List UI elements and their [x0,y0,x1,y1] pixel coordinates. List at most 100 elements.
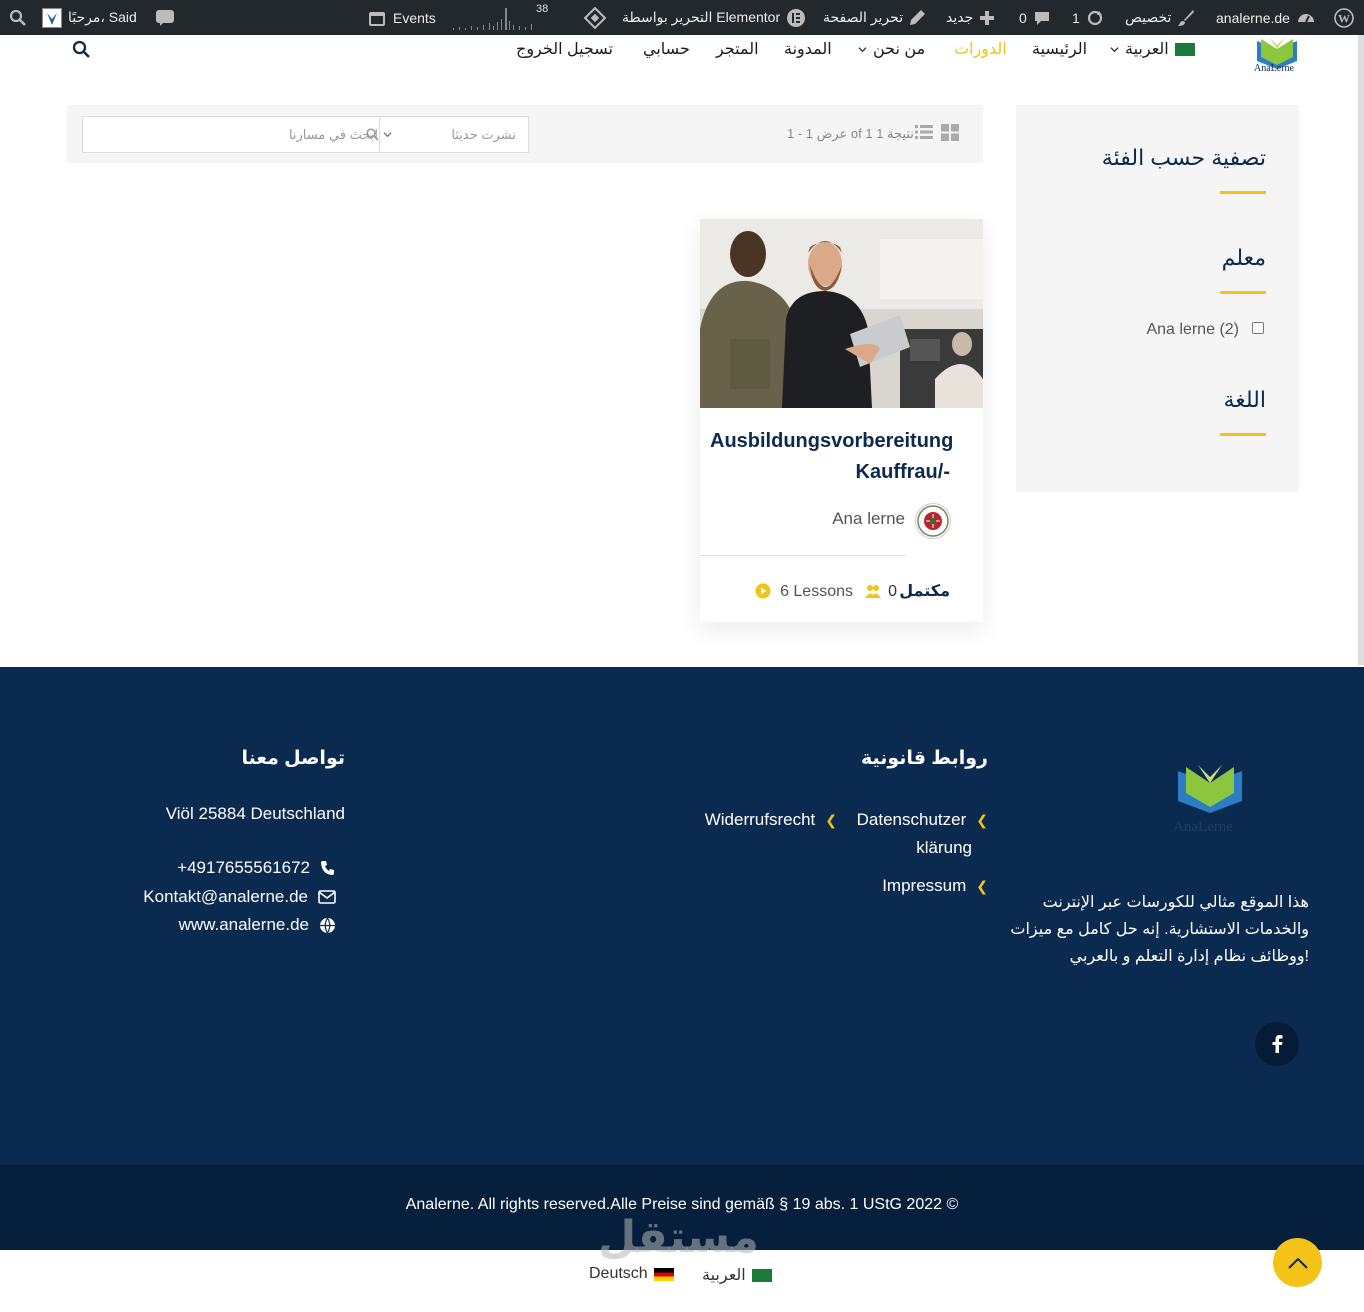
course-filter-bar: نشرت حديثا ابحث في مسارنا عرض 1 - 1 of 1… [67,105,983,163]
footer-logo[interactable] [1174,763,1246,815]
divider [1220,191,1266,194]
phone-icon [321,861,334,875]
admin-search-icon[interactable] [9,0,27,35]
nav-language-label[interactable]: العربية [1125,39,1169,59]
instructor-heading: معلم [1221,245,1266,270]
admin-elementor[interactable]: التحرير بواسطة Elementor [622,0,806,35]
site-footer: AnaLerne هذا الموقع مثالي للكورسات عبر ا… [0,667,1364,1165]
email-text[interactable]: Kontakt@analerne.de [143,887,308,907]
link-withdrawal[interactable]: Widerrufsrecht ❮ [705,810,837,830]
list-view-icon[interactable] [915,124,933,140]
customize-label[interactable]: تخصيص [1125,9,1171,26]
link-privacy-line2[interactable]: klärung [916,838,972,858]
link-impressum-label[interactable]: Impressum [882,876,966,896]
nav-logout-label[interactable]: تسجيل الخروج [516,39,613,59]
course-author[interactable]: Ana lerne [832,509,905,529]
scroll-to-top-button[interactable] [1273,1238,1322,1287]
header-search-icon[interactable] [72,37,91,61]
lang-arabic[interactable]: العربية [702,1265,772,1285]
stats-sparkline[interactable] [453,6,539,30]
admin-edit-page[interactable]: تحرير الصفحة [823,0,926,35]
lessons-count: 6 Lessons [780,583,853,600]
nav-shop[interactable]: المتجر [716,37,759,61]
chevron-down-icon[interactable] [383,130,392,139]
chevron-left-icon: ❮ [976,811,988,828]
author-avatar[interactable] [915,503,951,539]
admin-events[interactable]: Events [367,0,436,35]
nav-home-label[interactable]: الرئيسية [1032,39,1087,59]
brush-icon [1178,9,1195,26]
divider [1220,433,1266,436]
nav-logout[interactable]: تسجيل الخروج [516,37,613,61]
lang-arabic-label[interactable]: العربية [702,1265,746,1285]
divider [1220,291,1266,294]
admin-new[interactable]: جديد [946,0,995,35]
link-withdrawal-label[interactable]: Widerrufsrecht [705,810,816,830]
link-privacy-label[interactable]: Datenschutzer [857,810,967,830]
admin-comments[interactable]: 0 [1019,0,1051,35]
search-icon[interactable] [366,128,379,141]
students-count: 0 [888,583,897,600]
globe-icon [320,917,335,933]
facebook-icon[interactable] [1255,1022,1299,1066]
admin-bar: W analerne.de تخصيص 1 0 جديد تحرير الصفح… [0,0,1364,35]
contact-email[interactable]: Kontakt@analerne.de [143,887,336,907]
stats-count: 38 [536,3,549,15]
plus-icon [980,10,995,25]
comment-icon [1034,11,1049,25]
search-input[interactable]: ابحث في مسارنا [289,127,378,143]
nav-account[interactable]: حسابي [643,37,690,61]
course-thumbnail[interactable] [700,219,983,408]
site-name[interactable]: analerne.de [1216,10,1290,26]
admin-site-menu[interactable]: analerne.de [1216,0,1316,35]
instructor-option[interactable]: Ana lerne (2) [1146,321,1239,339]
sort-select[interactable]: نشرت حديثا [451,127,516,143]
contact-website[interactable]: www.analerne.de [179,915,336,935]
website-text[interactable]: www.analerne.de [179,915,309,935]
admin-updates[interactable]: 1 [1072,0,1104,35]
nav-courses-label[interactable]: الدورات [954,39,1007,59]
nav-courses[interactable]: الدورات [954,37,1007,61]
logo-text: AnaLerne [1254,63,1294,74]
instructor-option-label[interactable]: Ana lerne [1146,321,1215,338]
course-title[interactable]: Ausbildungsvorbereitung Kauffrau/- [710,426,953,488]
link-impressum[interactable]: Impressum ❮ [882,876,988,896]
diamond-icon[interactable] [584,0,606,35]
filter-sidebar: تصفية حسب الفئة معلم Ana lerne (2) اللغة [1016,105,1299,492]
events-label[interactable]: Events [393,10,436,26]
nav-about-label[interactable]: من نحن [873,39,925,59]
link-privacy[interactable]: Datenschutzer ❮ [857,810,988,830]
course-card[interactable]: Ausbildungsvorbereitung Kauffrau/- Ana l… [700,219,983,622]
nav-about[interactable]: من نحن [858,37,925,61]
wordpress-logo-icon[interactable]: W [1334,0,1354,35]
nav-blog[interactable]: المدونة [784,37,832,61]
dashboard-icon [1297,13,1314,22]
elementor-label[interactable]: التحرير بواسطة Elementor [622,9,780,26]
admin-customize[interactable]: تخصيص [1125,0,1195,35]
comments-count: 0 [1019,9,1027,26]
admin-account[interactable]: مرحبًا، Said [42,0,137,35]
result-count: عرض 1 - 1 of 1 1 نتيجة [787,126,914,141]
nav-home[interactable]: الرئيسية [1032,37,1087,61]
calendar-icon [369,11,385,26]
nav-blog-label[interactable]: المدونة [784,39,832,59]
comment-bubble-icon[interactable] [155,0,175,35]
scrollbar[interactable] [1358,35,1364,665]
contact-phone[interactable]: +4917655561672 [177,858,336,878]
phone-text[interactable]: +4917655561672 [177,858,310,878]
nav-shop-label[interactable]: المتجر [716,39,759,59]
chevron-down-icon [858,46,867,52]
grid-view-icon[interactable] [941,124,959,141]
elementor-icon [787,8,806,27]
nav-account-label[interactable]: حسابي [643,39,690,59]
pencil-icon [910,10,926,25]
nav-language[interactable]: العربية [1110,37,1195,61]
lang-german-label[interactable]: Deutsch [589,1265,648,1283]
instructor-checkbox[interactable] [1252,322,1264,334]
new-label[interactable]: جديد [946,9,973,26]
lang-german[interactable]: Deutsch [589,1265,674,1283]
footer-logo-text: AnaLerne [1173,819,1233,835]
greeting[interactable]: مرحبًا، Said [68,9,137,26]
legal-heading: روابط قانونية [860,748,988,769]
edit-page-label[interactable]: تحرير الصفحة [823,9,903,26]
